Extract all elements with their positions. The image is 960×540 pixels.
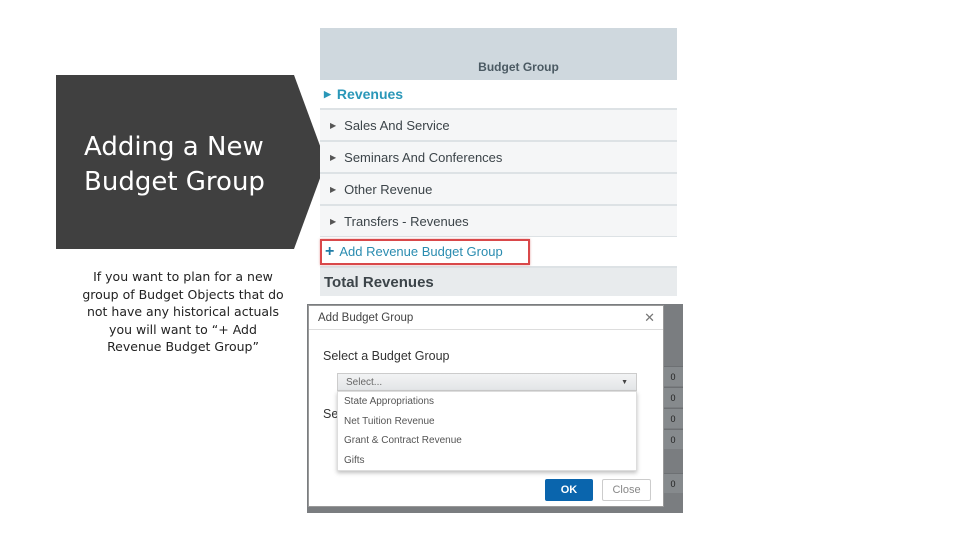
group-label: Transfers - Revenues <box>344 213 469 229</box>
group-label: Seminars And Conferences <box>344 149 503 165</box>
caret-right-icon: ▶ <box>324 88 331 99</box>
modal-header: Add Budget Group ✕ <box>309 306 663 330</box>
budget-group-panel: Budget Group ▶ Revenues ▶ Sales And Serv… <box>320 28 677 308</box>
group-label: Other Revenue <box>344 181 433 197</box>
table-cell-value: 0 <box>663 473 683 493</box>
add-revenue-budget-group-link[interactable]: + Add Revenue Budget Group <box>320 238 530 265</box>
plus-icon: + <box>325 242 335 260</box>
revenues-label: Revenues <box>336 86 404 102</box>
slide-title-line1: Adding a New <box>84 132 264 162</box>
budget-group-dropdown: State Appropriations Net Tuition Revenue… <box>337 391 637 471</box>
budget-group-row[interactable]: ▶ Sales And Service <box>320 108 677 140</box>
table-cell-value: 0 <box>663 366 683 386</box>
dropdown-option[interactable]: State Appropriations <box>338 392 636 412</box>
close-icon[interactable]: ✕ <box>644 310 655 326</box>
chevron-down-icon: ▼ <box>621 378 628 386</box>
budget-group-row[interactable]: ▶ Seminars And Conferences <box>320 140 677 172</box>
dropdown-option[interactable]: Gifts <box>338 451 636 471</box>
select-budget-group-label: Select a Budget Group <box>323 349 450 363</box>
dropdown-option[interactable]: Grant & Contract Revenue <box>338 431 636 451</box>
caret-right-icon: ▶ <box>330 120 337 130</box>
panel-header: Budget Group <box>320 28 677 80</box>
caret-right-icon: ▶ <box>330 216 337 226</box>
table-cell-value: 0 <box>663 387 683 407</box>
slide-title: Adding a New Budget Group <box>84 130 304 200</box>
close-button[interactable]: Close <box>602 479 651 501</box>
group-label: Sales And Service <box>344 117 450 133</box>
slide-title-line2: Budget Group <box>84 167 265 197</box>
table-cell-value: 0 <box>663 429 683 449</box>
ok-button[interactable]: OK <box>545 479 593 501</box>
budget-group-row[interactable]: ▶ Transfers - Revenues <box>320 204 677 236</box>
add-row: + Add Revenue Budget Group <box>320 236 677 266</box>
dropdown-option[interactable]: Net Tuition Revenue <box>338 412 636 432</box>
total-revenues-row: Total Revenues <box>320 266 677 296</box>
second-field-label: Se <box>323 407 339 421</box>
select-placeholder: Select... <box>346 376 383 388</box>
budget-group-select[interactable]: Select... ▼ <box>337 373 637 391</box>
caret-right-icon: ▶ <box>330 152 337 162</box>
add-link-label: Add Revenue Budget Group <box>339 244 503 259</box>
revenues-section-row[interactable]: ▶ Revenues <box>320 80 677 108</box>
caret-right-icon: ▶ <box>330 184 337 194</box>
slide-description: If you want to plan for a new group of B… <box>82 269 284 354</box>
table-cell-value: 0 <box>663 408 683 428</box>
total-label: Total Revenues <box>324 273 434 291</box>
add-budget-group-modal: Add Budget Group ✕ Select a Budget Group… <box>308 305 664 507</box>
modal-title: Add Budget Group <box>318 311 414 324</box>
budget-group-row[interactable]: ▶ Other Revenue <box>320 172 677 204</box>
